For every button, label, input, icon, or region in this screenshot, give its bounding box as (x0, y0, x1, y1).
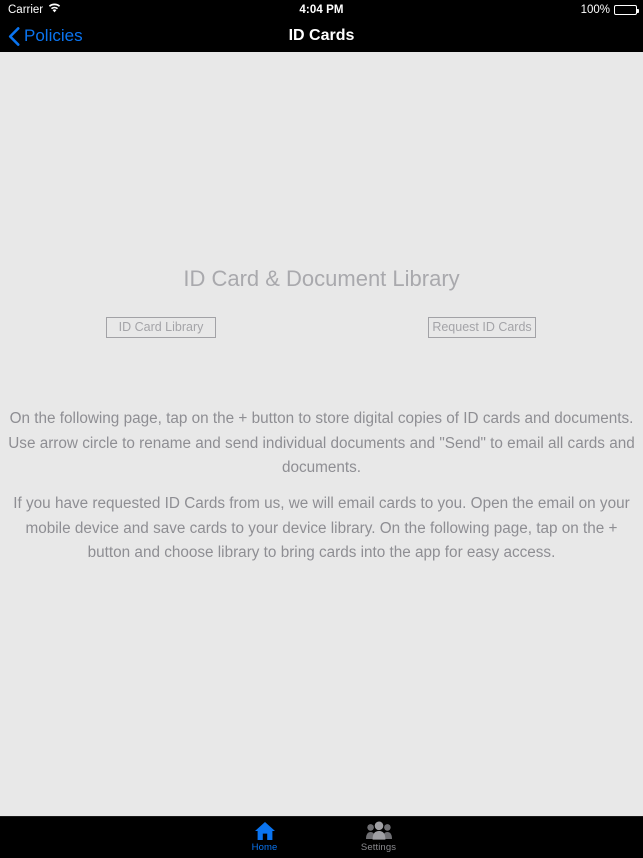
content-heading: ID Card & Document Library (183, 266, 460, 291)
tab-bar: Home Settings (0, 816, 643, 858)
status-bar-time: 4:04 PM (299, 4, 344, 16)
id-card-library-button[interactable]: ID Card Library (106, 317, 216, 338)
status-bar-right: 100% (580, 0, 639, 20)
people-group-icon (365, 820, 392, 841)
app-screen: Carrier 4:04 PM 100% Policies ID Cards I… (0, 0, 643, 858)
tab-item-settings[interactable]: Settings (348, 820, 410, 853)
request-id-cards-button[interactable]: Request ID Cards (428, 317, 536, 338)
instructions-paragraph-2: If you have requested ID Cards from us, … (13, 495, 630, 561)
instructions-paragraph-1: On the following page, tap on the + butt… (8, 410, 635, 476)
status-bar: Carrier 4:04 PM 100% (0, 0, 643, 20)
tab-label-settings: Settings (360, 842, 397, 853)
battery-percent-label: 100% (580, 4, 610, 16)
page-title: ID Cards (288, 27, 355, 44)
content-area: ID Card & Document Library ID Card Libra… (0, 52, 643, 816)
home-icon (254, 820, 276, 841)
tab-label-home: Home (251, 842, 278, 853)
battery-icon (614, 5, 639, 15)
action-button-row: ID Card Library Request ID Cards (0, 317, 643, 339)
navigation-bar: Policies ID Cards (0, 20, 643, 52)
tab-item-home[interactable]: Home (234, 820, 296, 853)
